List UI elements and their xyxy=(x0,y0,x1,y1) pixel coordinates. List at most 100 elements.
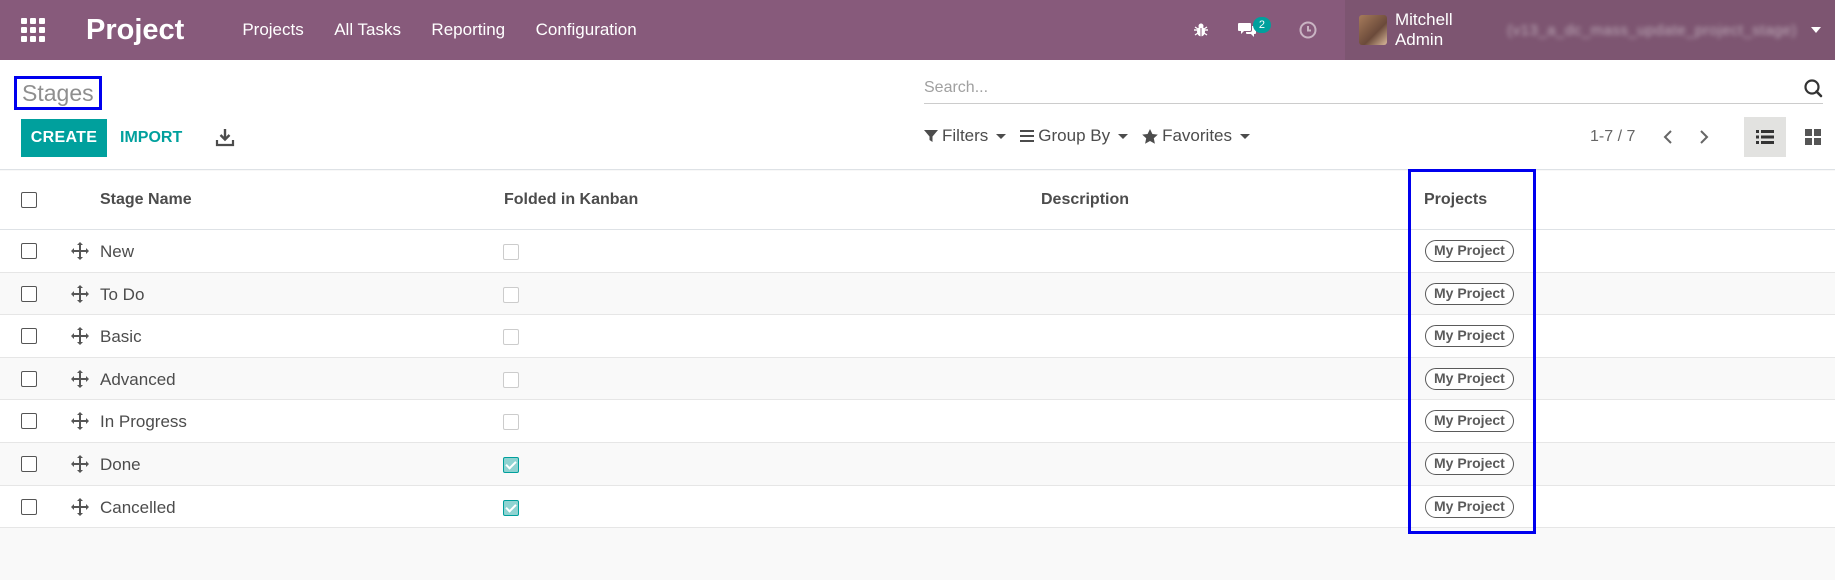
chevron-right-icon xyxy=(1700,130,1709,144)
messages-count-badge: 2 xyxy=(1252,17,1271,33)
table-row[interactable]: New My Project xyxy=(0,230,1835,273)
group-by-dropdown[interactable]: Group By xyxy=(1020,126,1129,146)
column-folded-in-kanban[interactable]: Folded in Kanban xyxy=(504,191,638,209)
group-by-label: Group By xyxy=(1038,126,1111,145)
table-row[interactable]: Cancelled My Project xyxy=(0,485,1835,529)
row-select-checkbox[interactable] xyxy=(21,455,37,472)
row-select-checkbox[interactable] xyxy=(21,413,37,430)
project-tag: My Project xyxy=(1425,495,1514,518)
import-button[interactable]: IMPORT xyxy=(120,119,182,157)
folded-in-kanban-checkbox xyxy=(503,286,519,303)
kanban-view-icon xyxy=(1805,129,1821,145)
user-name: Mitchell Admin xyxy=(1394,10,1453,49)
drag-handle-icon[interactable] xyxy=(71,454,89,473)
messaging-button[interactable]: 2 xyxy=(1237,17,1271,39)
table-body: New My Project To Do My Project Basic My Proj… xyxy=(0,230,1835,529)
list-bars-icon xyxy=(1020,130,1035,142)
project-tag: My Project xyxy=(1425,282,1514,305)
table-row[interactable]: In Progress My Project xyxy=(0,400,1835,443)
debug-button[interactable] xyxy=(1193,22,1209,38)
pager-previous-button[interactable] xyxy=(1658,126,1678,148)
search-bar xyxy=(924,74,1823,104)
table-row[interactable]: Basic My Project xyxy=(0,315,1835,358)
stage-name: Basic xyxy=(100,327,142,347)
project-tag: My Project xyxy=(1425,325,1514,348)
list-view-button[interactable] xyxy=(1744,117,1786,157)
avatar xyxy=(1359,15,1387,45)
stage-name: To Do xyxy=(100,284,145,304)
project-tag: My Project xyxy=(1425,240,1514,262)
filter-icon xyxy=(924,130,938,142)
pager-next-button[interactable] xyxy=(1694,126,1714,148)
control-panel: Stages CREATE IMPORT Filters Group By Fa… xyxy=(0,60,1835,170)
project-tag: My Project xyxy=(1425,367,1514,390)
column-description[interactable]: Description xyxy=(1041,191,1129,209)
caret-down-icon xyxy=(1240,133,1251,139)
stages-table: Stage Name Folded in Kanban Description … xyxy=(0,171,1835,529)
list-view-icon xyxy=(1756,130,1774,144)
page-title: Stages xyxy=(14,76,102,110)
drag-handle-icon[interactable] xyxy=(71,284,89,303)
user-menu[interactable]: Mitchell Admin (v13_a_dc_mass_update_pro… xyxy=(1345,0,1835,60)
menu-item-projects[interactable]: Projects xyxy=(242,20,303,39)
top-navbar: Project Projects All Tasks Reporting Con… xyxy=(0,0,1835,60)
caret-down-icon xyxy=(996,133,1007,139)
systray: 2 Mitchell Admin (v13_a_dc_mass_update_p… xyxy=(1193,0,1835,60)
apps-menu-button[interactable] xyxy=(0,0,66,60)
caret-down-icon xyxy=(1118,133,1129,139)
row-select-checkbox[interactable] xyxy=(21,328,37,345)
folded-in-kanban-checkbox xyxy=(503,371,519,388)
drag-handle-icon[interactable] xyxy=(71,327,89,346)
pager-value[interactable]: 1-7 / 7 xyxy=(1590,128,1635,146)
search-options: Filters Group By Favorites xyxy=(924,126,1264,146)
column-stage-name[interactable]: Stage Name xyxy=(100,191,192,209)
folded-in-kanban-checkbox xyxy=(503,499,519,516)
menu-item-configuration[interactable]: Configuration xyxy=(536,20,637,39)
stage-name: Cancelled xyxy=(100,497,176,517)
search-input[interactable] xyxy=(924,74,1784,102)
column-projects[interactable]: Projects xyxy=(1424,191,1487,209)
folded-in-kanban-checkbox xyxy=(503,244,519,260)
row-select-checkbox[interactable] xyxy=(21,285,37,302)
search-icon[interactable] xyxy=(1803,78,1823,98)
folded-in-kanban-checkbox xyxy=(503,329,519,346)
select-all-checkbox[interactable] xyxy=(21,192,37,208)
favorites-label: Favorites xyxy=(1162,126,1233,145)
clock-icon xyxy=(1299,21,1317,39)
caret-down-icon xyxy=(1811,27,1821,33)
project-tag: My Project xyxy=(1425,410,1514,433)
app-title: Project xyxy=(86,13,185,46)
database-name: (v13_a_dc_mass_update_project_stage) xyxy=(1507,21,1797,39)
kanban-view-button[interactable] xyxy=(1792,117,1834,157)
stage-name: Done xyxy=(100,454,141,474)
project-tag: My Project xyxy=(1425,452,1514,475)
filters-label: Filters xyxy=(942,126,989,145)
star-icon xyxy=(1142,128,1158,144)
table-row[interactable]: Advanced My Project xyxy=(0,357,1835,401)
favorites-dropdown[interactable]: Favorites xyxy=(1142,126,1251,146)
row-select-checkbox[interactable] xyxy=(21,498,37,515)
drag-handle-icon[interactable] xyxy=(71,412,89,431)
folded-in-kanban-checkbox xyxy=(503,456,519,473)
apps-grid-icon xyxy=(21,18,45,42)
drag-handle-icon[interactable] xyxy=(71,497,89,516)
activities-button[interactable] xyxy=(1299,21,1317,39)
main-menu: Projects All Tasks Reporting Configurati… xyxy=(242,20,662,40)
folded-in-kanban-checkbox xyxy=(503,414,519,431)
row-select-checkbox[interactable] xyxy=(21,370,37,387)
download-icon[interactable] xyxy=(214,126,236,148)
row-select-checkbox[interactable] xyxy=(21,243,37,259)
stage-name: In Progress xyxy=(100,412,187,432)
drag-handle-icon[interactable] xyxy=(71,242,89,260)
table-row[interactable]: To Do My Project xyxy=(0,272,1835,316)
stage-name: New xyxy=(100,242,135,261)
table-row[interactable]: Done My Project xyxy=(0,442,1835,486)
drag-handle-icon[interactable] xyxy=(71,369,89,388)
bug-icon xyxy=(1193,23,1208,37)
stage-name: Advanced xyxy=(100,369,176,389)
menu-item-reporting[interactable]: Reporting xyxy=(431,20,505,39)
filters-dropdown[interactable]: Filters xyxy=(924,126,1007,146)
create-button[interactable]: CREATE xyxy=(21,119,107,157)
menu-item-all-tasks[interactable]: All Tasks xyxy=(334,20,401,39)
table-header: Stage Name Folded in Kanban Description … xyxy=(0,171,1835,230)
